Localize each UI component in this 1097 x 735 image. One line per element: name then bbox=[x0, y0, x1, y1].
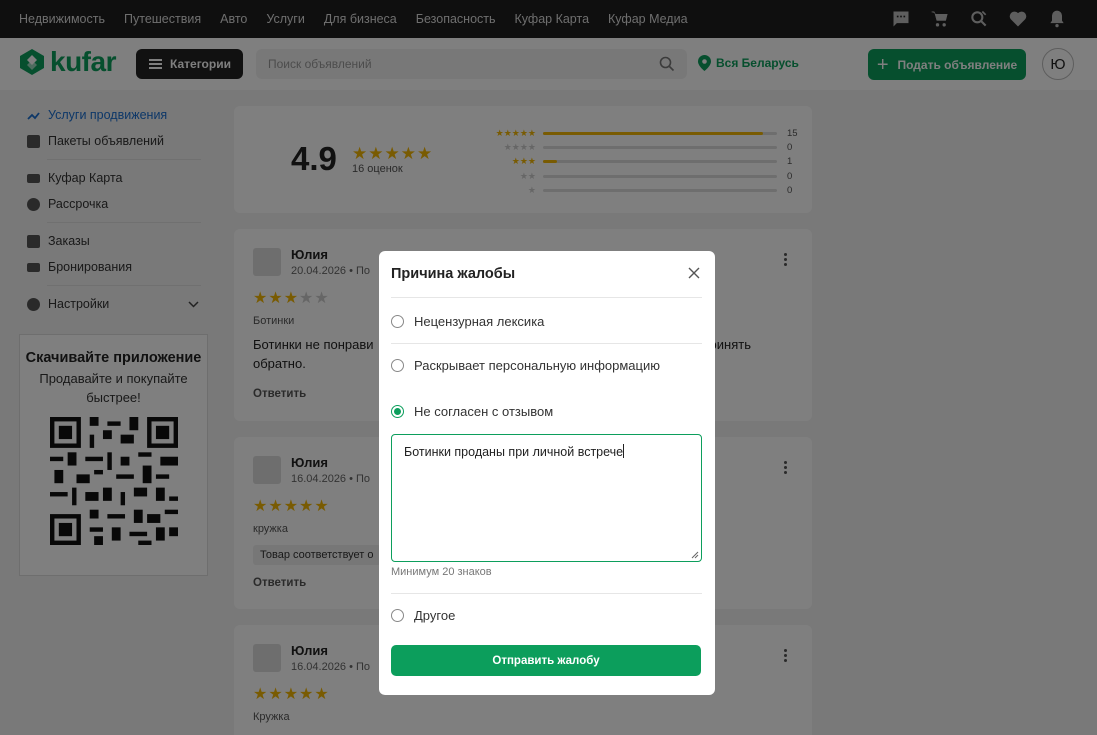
reason-option-other[interactable]: Другое bbox=[391, 608, 455, 623]
submit-complaint-button[interactable]: Отправить жалобу bbox=[391, 645, 701, 676]
dialog-divider bbox=[391, 297, 702, 298]
reason-option-obscene[interactable]: Нецензурная лексика bbox=[391, 314, 544, 329]
reason-label: Не согласен с отзывом bbox=[414, 404, 554, 419]
dialog-divider bbox=[391, 593, 702, 594]
complaint-comment-textarea[interactable]: Ботинки проданы при личной встрече bbox=[391, 434, 702, 562]
radio-button[interactable] bbox=[391, 359, 404, 372]
dialog-title: Причина жалобы bbox=[391, 266, 516, 282]
close-icon[interactable] bbox=[688, 267, 700, 279]
reason-option-disagree[interactable]: Не согласен с отзывом bbox=[391, 404, 553, 419]
reason-label: Раскрывает персональную информацию bbox=[414, 358, 660, 373]
resize-handle-icon[interactable] bbox=[691, 551, 699, 559]
radio-button-selected[interactable] bbox=[391, 405, 404, 418]
radio-button[interactable] bbox=[391, 315, 404, 328]
min-length-hint: Минимум 20 знаков bbox=[391, 566, 492, 578]
radio-button[interactable] bbox=[391, 609, 404, 622]
reason-label: Нецензурная лексика bbox=[414, 314, 545, 329]
reason-label: Другое bbox=[414, 608, 456, 623]
reason-option-personal-info[interactable]: Раскрывает персональную информацию bbox=[391, 358, 660, 373]
textarea-value: Ботинки проданы при личной встрече bbox=[404, 445, 624, 459]
dialog-divider bbox=[391, 343, 702, 344]
text-caret bbox=[623, 444, 625, 458]
